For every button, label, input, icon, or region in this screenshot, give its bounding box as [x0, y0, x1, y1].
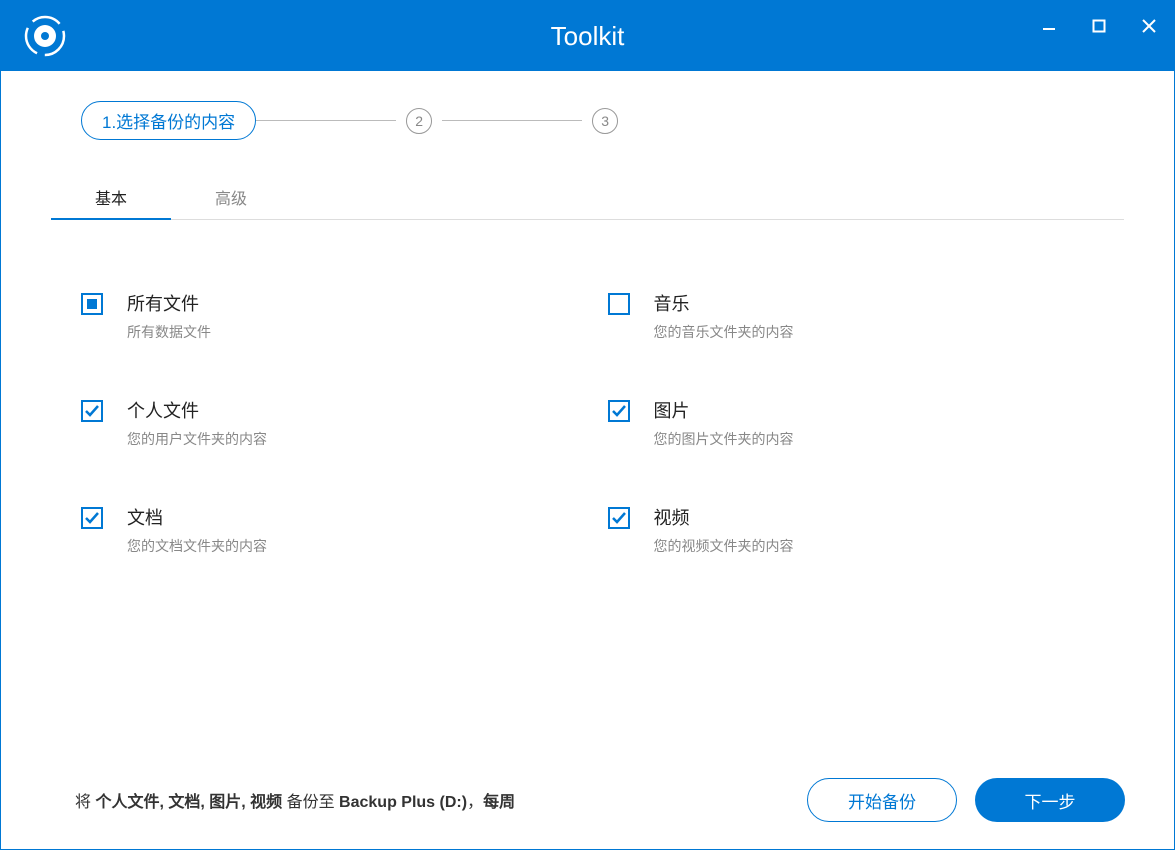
checkbox-documents[interactable]	[81, 507, 103, 529]
step-2: 2	[406, 108, 432, 134]
option-desc: 所有数据文件	[127, 322, 568, 342]
checkbox-pictures[interactable]	[608, 400, 630, 422]
option-desc: 您的音乐文件夹的内容	[654, 322, 1095, 342]
titlebar: Toolkit	[1, 1, 1174, 71]
checkbox-videos[interactable]	[608, 507, 630, 529]
close-button[interactable]	[1124, 1, 1174, 51]
indeterminate-icon	[87, 299, 97, 309]
app-title: Toolkit	[551, 21, 625, 52]
backup-summary: 将 个人文件, 文档, 图片, 视频 备份至 Backup Plus (D:)，…	[75, 788, 789, 812]
option-desc: 您的视频文件夹的内容	[654, 536, 1095, 556]
checkbox-music[interactable]	[608, 293, 630, 315]
option-title: 视频	[654, 504, 1095, 530]
check-icon	[84, 403, 100, 419]
option-title: 音乐	[654, 290, 1095, 316]
option-personal-files: 个人文件 您的用户文件夹的内容	[81, 397, 568, 449]
option-title: 文档	[127, 504, 568, 530]
step-connector	[256, 120, 396, 121]
tabs: 基本 高级	[51, 175, 1124, 220]
checkbox-personal-files[interactable]	[81, 400, 103, 422]
check-icon	[611, 403, 627, 419]
start-backup-button[interactable]: 开始备份	[807, 778, 957, 822]
option-title: 图片	[654, 397, 1095, 423]
step-connector	[442, 120, 582, 121]
tab-advanced[interactable]: 高级	[201, 175, 261, 219]
option-all-files: 所有文件 所有数据文件	[81, 290, 568, 342]
check-icon	[84, 510, 100, 526]
app-logo-icon	[21, 12, 69, 60]
step-3: 3	[592, 108, 618, 134]
option-title: 所有文件	[127, 290, 568, 316]
minimize-button[interactable]	[1024, 1, 1074, 51]
check-icon	[611, 510, 627, 526]
options-grid: 所有文件 所有数据文件 音乐 您的音乐文件夹的内容 个人文件 您的用户文件夹的内…	[51, 260, 1124, 556]
window-controls	[1024, 1, 1174, 51]
tab-basic[interactable]: 基本	[81, 175, 141, 219]
stepper: 1.选择备份的内容 2 3	[81, 101, 1124, 140]
option-desc: 您的文档文件夹的内容	[127, 536, 568, 556]
option-title: 个人文件	[127, 397, 568, 423]
maximize-button[interactable]	[1074, 1, 1124, 51]
option-music: 音乐 您的音乐文件夹的内容	[608, 290, 1095, 342]
option-desc: 您的用户文件夹的内容	[127, 429, 568, 449]
option-documents: 文档 您的文档文件夹的内容	[81, 504, 568, 556]
option-desc: 您的图片文件夹的内容	[654, 429, 1095, 449]
option-pictures: 图片 您的图片文件夹的内容	[608, 397, 1095, 449]
step-1: 1.选择备份的内容	[81, 101, 256, 140]
footer: 将 个人文件, 文档, 图片, 视频 备份至 Backup Plus (D:)，…	[0, 750, 1175, 850]
option-videos: 视频 您的视频文件夹的内容	[608, 504, 1095, 556]
next-button[interactable]: 下一步	[975, 778, 1125, 822]
checkbox-all-files[interactable]	[81, 293, 103, 315]
